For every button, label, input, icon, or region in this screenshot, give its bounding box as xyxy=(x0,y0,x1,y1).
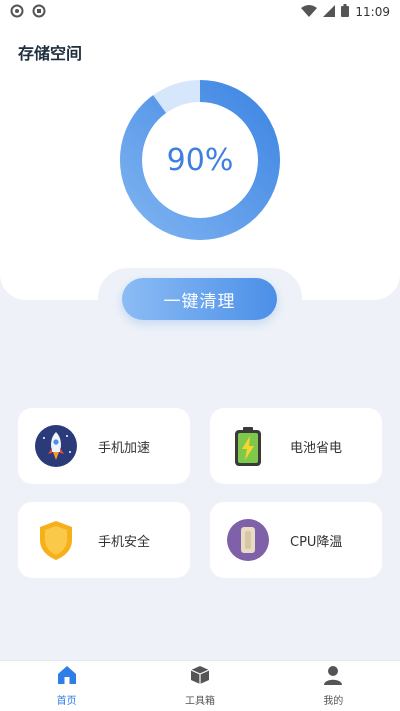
shield-icon xyxy=(34,518,78,562)
home-icon xyxy=(57,665,77,689)
nav-label: 首页 xyxy=(56,696,77,707)
wifi-icon xyxy=(301,4,318,20)
tool-label: CPU降温 xyxy=(290,534,343,550)
rocket-icon xyxy=(34,424,78,468)
page-title: 存储空间 xyxy=(18,44,83,63)
one-click-clean-button[interactable]: 一键清理 xyxy=(122,278,277,320)
battery-status-icon xyxy=(341,4,350,20)
status-bar: 11:09 xyxy=(0,0,400,24)
tool-phone-security[interactable]: 手机安全 xyxy=(18,502,190,578)
nav-profile[interactable]: 我的 xyxy=(267,661,400,711)
thermometer-icon xyxy=(226,518,270,562)
nav-home[interactable]: 首页 xyxy=(0,661,133,711)
nav-label: 工具箱 xyxy=(184,696,215,707)
notification-icon xyxy=(32,3,46,22)
storage-ring: 90% xyxy=(120,80,280,240)
tool-cpu-cooling[interactable]: CPU降温 xyxy=(210,502,382,578)
battery-icon xyxy=(226,424,270,468)
signal-icon xyxy=(323,4,336,20)
bottom-nav: 首页 工具箱 我的 xyxy=(0,660,400,711)
tool-battery-saver[interactable]: 电池省电 xyxy=(210,408,382,484)
nav-toolbox[interactable]: 工具箱 xyxy=(133,661,266,711)
notification-icon xyxy=(10,3,24,22)
tool-label: 电池省电 xyxy=(290,440,343,456)
tool-label: 手机安全 xyxy=(98,534,151,550)
storage-percent: 90% xyxy=(166,142,234,178)
box-icon xyxy=(190,665,210,689)
tool-phone-boost[interactable]: 手机加速 xyxy=(18,408,190,484)
status-time: 11:09 xyxy=(355,5,390,19)
nav-label: 我的 xyxy=(323,696,344,707)
tool-label: 手机加速 xyxy=(98,440,151,456)
user-icon xyxy=(323,665,343,689)
